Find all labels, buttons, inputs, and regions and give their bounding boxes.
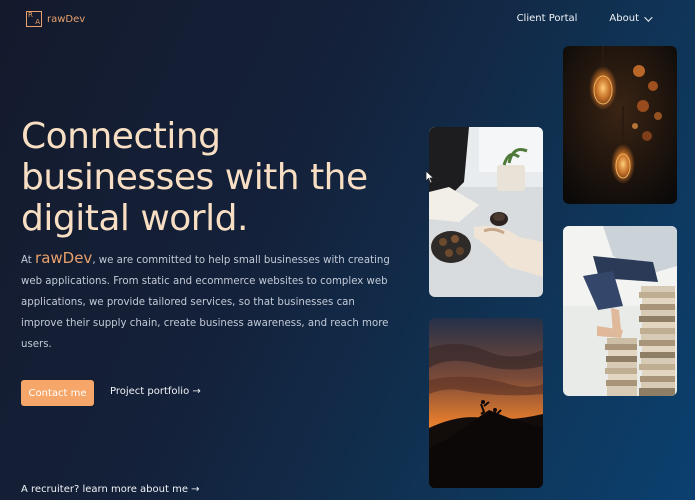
logo-letter-a: A <box>35 18 40 26</box>
hero-headline: Connecting businesses with the digital w… <box>21 116 368 239</box>
logo-letter-r: R <box>28 11 33 19</box>
stacked-books-photo <box>563 226 677 396</box>
top-nav: Client Portal About <box>517 12 653 24</box>
nav-about[interactable]: About <box>609 12 653 24</box>
intro-prefix: At <box>21 255 36 266</box>
hero-intro: At rawDev, we are committed to help smal… <box>21 248 396 355</box>
contact-button[interactable]: Contact me <box>21 380 94 406</box>
coffee-table-photo <box>429 127 543 297</box>
intro-brand: rawDev <box>35 249 93 267</box>
nav-client-portal[interactable]: Client Portal <box>517 13 578 24</box>
logo-text: rawDev <box>47 13 86 25</box>
mouse-cursor-icon <box>425 170 435 184</box>
edison-bulbs-photo <box>563 46 677 204</box>
recruiter-link[interactable]: A recruiter? learn more about me → <box>21 484 200 495</box>
project-portfolio-link[interactable]: Project portfolio → <box>110 386 201 397</box>
logo-mark: R A <box>26 11 42 27</box>
sunset-climbers-photo <box>429 318 543 488</box>
intro-rest: , we are committed to help small busines… <box>21 255 390 350</box>
chevron-down-icon <box>644 12 653 22</box>
logo[interactable]: R A rawDev <box>26 11 85 27</box>
nav-about-label: About <box>609 13 639 24</box>
